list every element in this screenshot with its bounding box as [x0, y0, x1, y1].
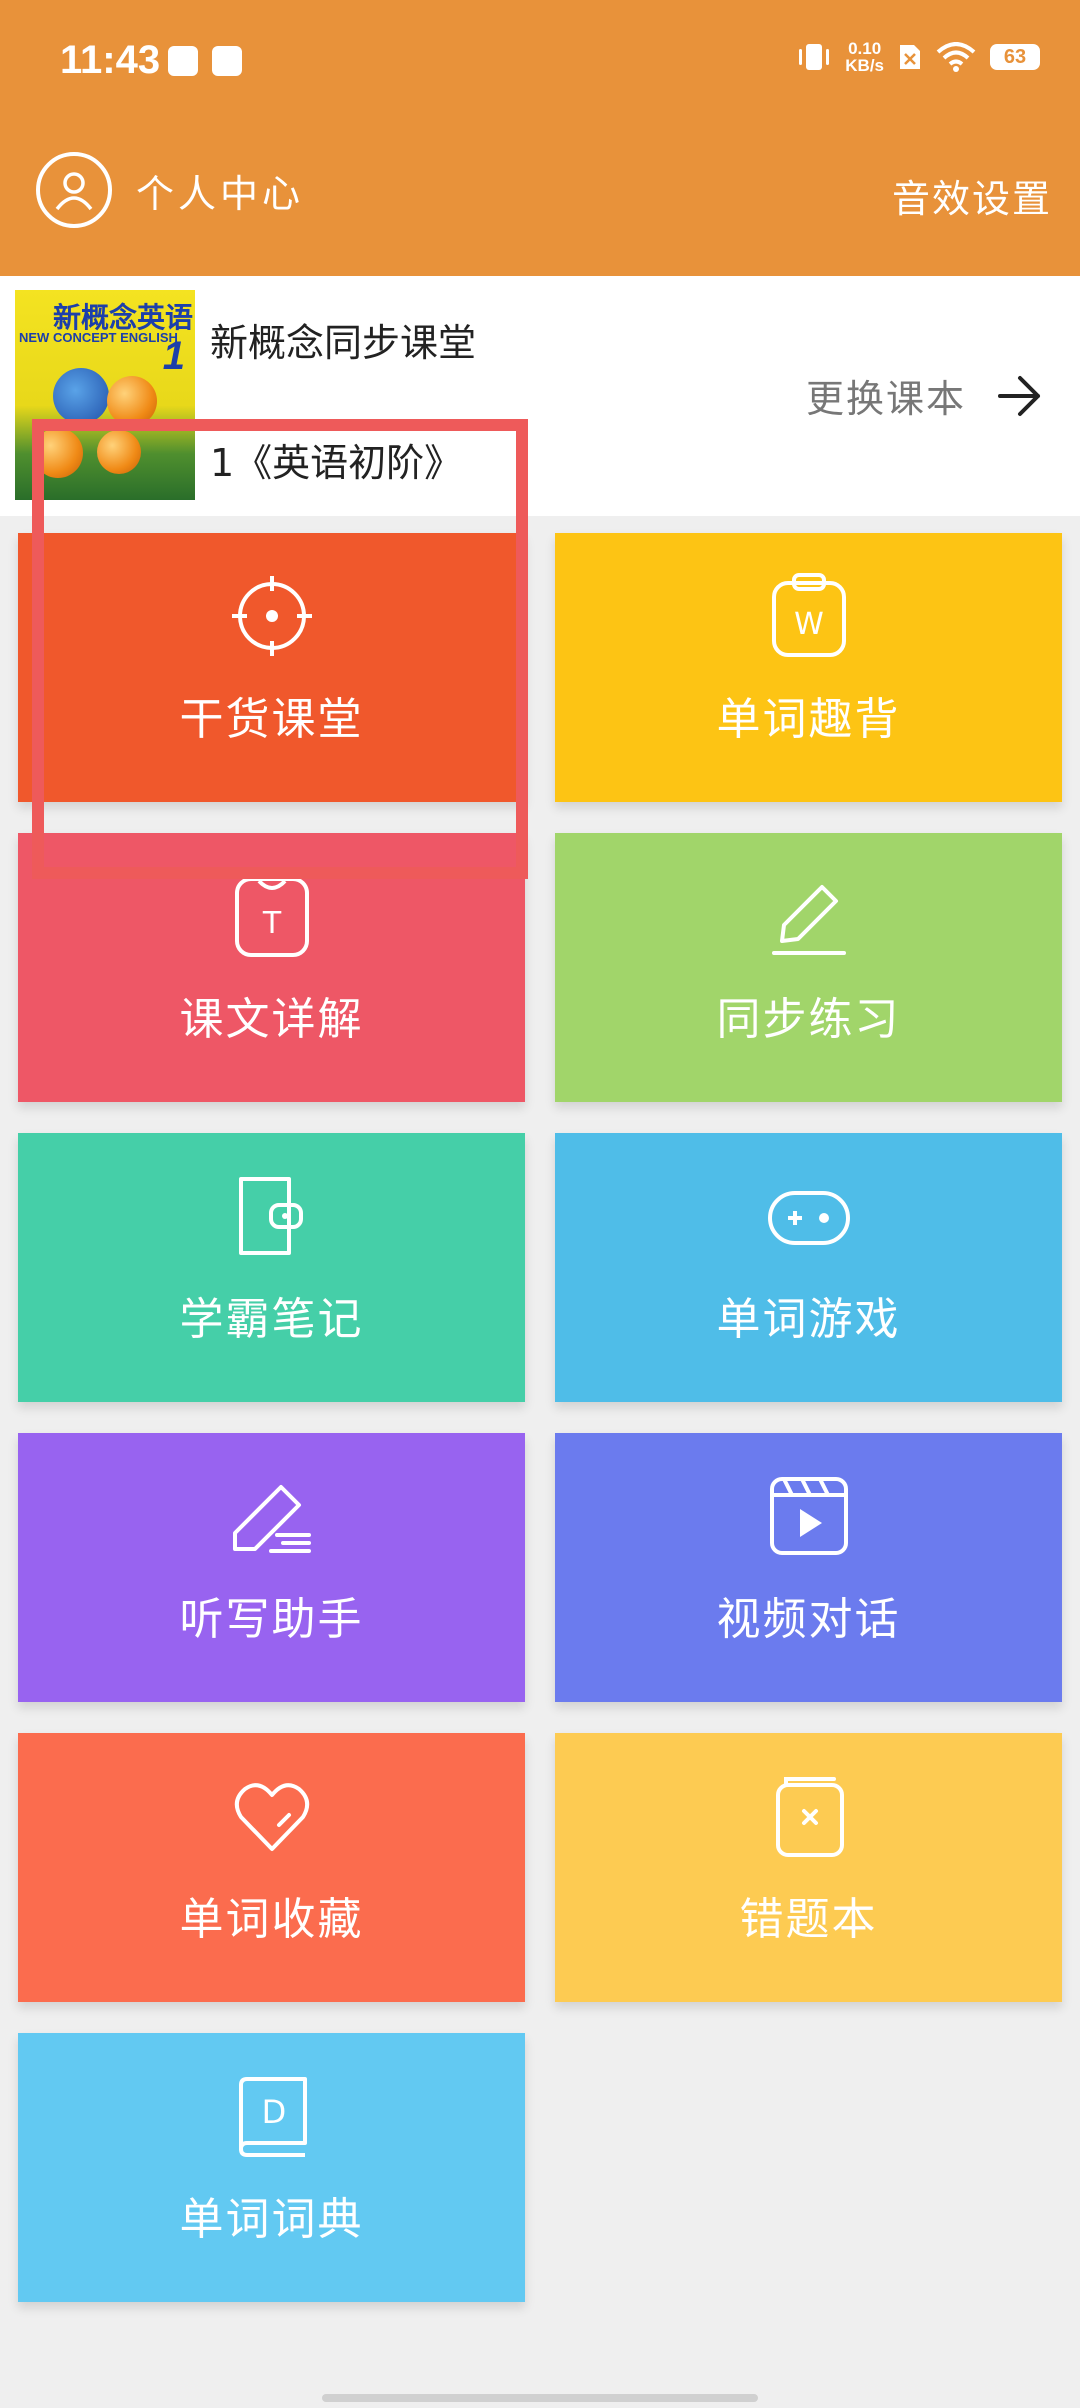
no-sim-icon — [900, 45, 920, 69]
text-card-icon: T — [234, 877, 309, 957]
video-icon — [769, 1477, 848, 1555]
arrow-right-icon — [998, 375, 1040, 416]
menu-label: 学霸笔记 — [179, 1294, 364, 1345]
user-avatar-icon — [36, 152, 112, 228]
eraser-icon — [232, 1485, 311, 1553]
svg-text:T: T — [261, 906, 281, 941]
profile-center-button[interactable]: 个人中心 — [36, 152, 304, 228]
menu-card-word-game[interactable]: 单词游戏 — [555, 1133, 1062, 1402]
wallet-note-icon — [238, 1177, 303, 1255]
app-notification-icon — [168, 46, 198, 76]
menu-card-video-dialogue[interactable]: 视频对话 — [555, 1433, 1062, 1702]
target-icon — [231, 576, 312, 656]
menu-card-dry-goods-class[interactable]: 干货课堂 — [18, 533, 525, 802]
gamepad-icon — [767, 1191, 850, 1245]
menu-label: 单词趣背 — [716, 694, 901, 745]
menu-label: 视频对话 — [716, 1594, 901, 1645]
menu-card-word-dictionary[interactable]: D 单词词典 — [18, 2033, 525, 2302]
svg-text:D: D — [261, 2093, 286, 2131]
word-card-icon: W — [771, 573, 846, 657]
menu-label: 干货课堂 — [179, 694, 364, 745]
book-level-title: 1《英语初阶》 — [210, 441, 463, 485]
menu-card-dictation-assistant[interactable]: 听写助手 — [18, 1433, 525, 1702]
vibrate-icon — [799, 44, 830, 70]
network-speed: 0.10 KB/s — [845, 39, 884, 75]
book-cover-image: 新概念英语 NEW CONCEPT ENGLISH 1 — [15, 290, 195, 500]
menu-card-text-explain[interactable]: T 课文详解 — [18, 833, 525, 1102]
profile-center-label: 个人中心 — [136, 171, 305, 216]
status-time: 11:43 — [60, 38, 161, 82]
menu-label: 错题本 — [739, 1894, 878, 1945]
home-indicator[interactable] — [322, 2394, 758, 2402]
menu-card-top-student-notes[interactable]: 学霸笔记 — [18, 1133, 525, 1402]
menu-label: 听写助手 — [179, 1594, 364, 1645]
current-book-bar: 新概念英语 NEW CONCEPT ENGLISH 1 新概念同步课堂 1《英语… — [0, 276, 1080, 516]
menu-label: 单词游戏 — [716, 1294, 901, 1345]
app-header: 11:43 0.10 KB/s 63 个人中心 音效设置 — [0, 0, 1080, 276]
menu-card-sync-practice[interactable]: 同步练习 — [555, 833, 1062, 1102]
menu-label: 单词词典 — [179, 2194, 364, 2245]
message-notification-icon — [212, 46, 242, 76]
status-icons: 0.10 KB/s 63 — [797, 40, 1040, 74]
sound-settings-button[interactable]: 音效设置 — [892, 168, 1052, 223]
dictionary-icon: D — [238, 2077, 307, 2157]
wifi-icon — [936, 42, 976, 72]
menu-label: 课文详解 — [179, 994, 364, 1045]
battery-indicator: 63 — [990, 44, 1040, 70]
svg-text:W: W — [794, 607, 824, 642]
menu-label: 同步练习 — [716, 994, 901, 1045]
pencil-icon — [771, 885, 846, 955]
error-book-icon — [775, 1777, 844, 1857]
heart-icon — [234, 1783, 309, 1851]
menu-card-word-favorites[interactable]: 单词收藏 — [18, 1733, 525, 2002]
book-series-title: 新概念同步课堂 — [210, 321, 477, 365]
menu-card-word-memorize[interactable]: W 单词趣背 — [555, 533, 1062, 802]
menu-card-error-book[interactable]: 错题本 — [555, 1733, 1062, 2002]
change-book-button[interactable]: 更换课本 — [806, 368, 1044, 423]
menu-label: 单词收藏 — [179, 1894, 364, 1945]
change-book-label: 更换课本 — [805, 377, 966, 421]
